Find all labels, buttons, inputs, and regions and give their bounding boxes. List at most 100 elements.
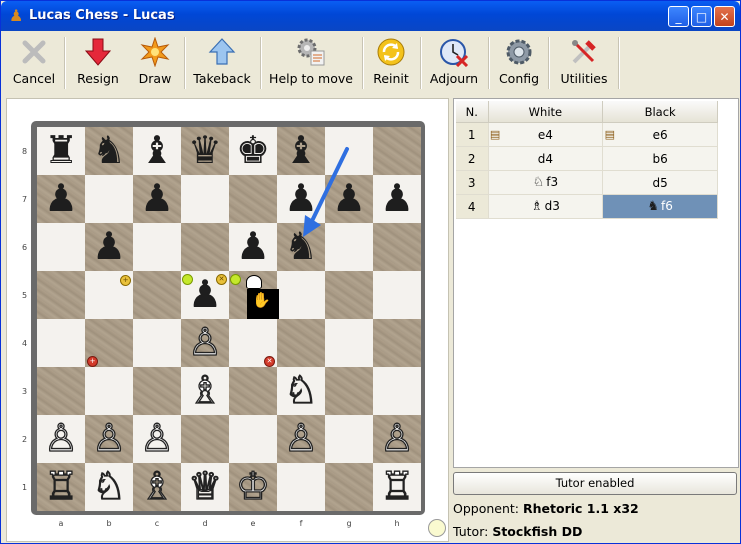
- white-piece-c2[interactable]: ♙: [133, 415, 181, 463]
- square-e2[interactable]: [229, 415, 277, 463]
- minimize-button[interactable]: _: [668, 6, 689, 27]
- black-piece-b8[interactable]: ♞: [85, 127, 133, 175]
- toolbar-separator: [420, 37, 422, 89]
- draw-button[interactable]: Draw: [132, 33, 178, 91]
- white-piece-f2[interactable]: ♙: [277, 415, 325, 463]
- square-h4[interactable]: [373, 319, 421, 367]
- square-h6[interactable]: [373, 223, 421, 271]
- square-g2[interactable]: [325, 415, 373, 463]
- white-piece-h2[interactable]: ♙: [373, 415, 421, 463]
- square-g1[interactable]: [325, 463, 373, 511]
- black-piece-a7[interactable]: ♟: [37, 175, 85, 223]
- col-header-black[interactable]: Black: [602, 101, 718, 123]
- indicator-dot: ✕: [264, 356, 275, 367]
- white-piece-d4[interactable]: ♙: [181, 319, 229, 367]
- square-c5[interactable]: [133, 271, 181, 319]
- cancel-button[interactable]: Cancel: [11, 33, 57, 91]
- square-d6[interactable]: [181, 223, 229, 271]
- white-piece-c1[interactable]: ♗: [133, 463, 181, 511]
- white-move-cell[interactable]: d4: [488, 146, 604, 171]
- square-e3[interactable]: [229, 367, 277, 415]
- square-a5[interactable]: [37, 271, 85, 319]
- square-d7[interactable]: [181, 175, 229, 223]
- black-piece-b6[interactable]: ♟: [85, 223, 133, 271]
- square-h5[interactable]: [373, 271, 421, 319]
- square-f1[interactable]: [277, 463, 325, 511]
- move-number: 2: [456, 146, 489, 171]
- white-piece-b2[interactable]: ♙: [85, 415, 133, 463]
- takeback-up-arrow-icon: [208, 38, 236, 65]
- rank-label: 2: [22, 435, 28, 444]
- adjourn-button[interactable]: Adjourn: [426, 33, 482, 91]
- white-move-cell[interactable]: ♘ f3: [488, 170, 604, 195]
- toolbar-separator: [64, 37, 66, 89]
- file-label: e: [250, 519, 256, 528]
- black-move-cell[interactable]: d5: [602, 170, 718, 195]
- square-h8[interactable]: [373, 127, 421, 175]
- help-to-move-button[interactable]: Help to move: [268, 33, 354, 91]
- indicator-dot: +: [120, 275, 131, 286]
- white-move-cell[interactable]: ♗ d3: [488, 194, 604, 219]
- table-row[interactable]: 4 ♗ d3 ♞ f6: [456, 194, 718, 219]
- maximize-button[interactable]: □: [691, 6, 712, 27]
- square-a3[interactable]: [37, 367, 85, 415]
- knight-piece-icon: ♞: [647, 199, 660, 214]
- square-a6[interactable]: [37, 223, 85, 271]
- square-c4[interactable]: [133, 319, 181, 367]
- white-piece-h1[interactable]: ♖: [373, 463, 421, 511]
- col-header-number[interactable]: N.: [456, 101, 489, 123]
- reinit-button[interactable]: Reinit: [368, 33, 414, 91]
- black-piece-h7[interactable]: ♟: [373, 175, 421, 223]
- white-piece-f3[interactable]: ♘: [277, 367, 325, 415]
- white-piece-e1[interactable]: ♔: [229, 463, 277, 511]
- close-button[interactable]: ✕: [714, 6, 735, 27]
- moves-panel: N. White Black 1 ▤ e4 ▤ e6 2 d4 b6 3 ♘ f…: [453, 98, 739, 468]
- table-row[interactable]: 2 d4 b6: [456, 146, 718, 171]
- table-row[interactable]: 3 ♘ f3 d5: [456, 170, 718, 195]
- toolbar-separator: [184, 37, 186, 89]
- toolbar-separator: [362, 37, 364, 89]
- square-b3[interactable]: [85, 367, 133, 415]
- square-f5[interactable]: [277, 271, 325, 319]
- tutor-enabled-button[interactable]: Tutor enabled: [453, 472, 737, 495]
- col-header-white[interactable]: White: [488, 101, 604, 123]
- takeback-button[interactable]: Takeback: [192, 33, 252, 91]
- resign-button[interactable]: Resign: [72, 33, 124, 91]
- cancel-icon: [22, 40, 46, 64]
- black-piece-d8[interactable]: ♛: [181, 127, 229, 175]
- square-b7[interactable]: [85, 175, 133, 223]
- square-h3[interactable]: [373, 367, 421, 415]
- black-move-cell-selected[interactable]: ♞ f6: [602, 194, 718, 219]
- white-piece-d3[interactable]: ♗: [181, 367, 229, 415]
- black-move-cell[interactable]: b6: [602, 146, 718, 171]
- white-piece-a1[interactable]: ♖: [37, 463, 85, 511]
- square-c6[interactable]: [133, 223, 181, 271]
- moves-table[interactable]: N. White Black 1 ▤ e4 ▤ e6 2 d4 b6 3 ♘ f…: [456, 101, 718, 219]
- white-move-cell[interactable]: ▤ e4: [488, 122, 604, 147]
- black-move-cell[interactable]: ▤ e6: [602, 122, 718, 147]
- square-a4[interactable]: [37, 319, 85, 367]
- white-piece-b1[interactable]: ♘: [85, 463, 133, 511]
- black-piece-e8[interactable]: ♚: [229, 127, 277, 175]
- square-c3[interactable]: [133, 367, 181, 415]
- config-button[interactable]: Config: [496, 33, 542, 91]
- square-g3[interactable]: [325, 367, 373, 415]
- file-label: f: [299, 519, 303, 528]
- black-piece-c7[interactable]: ♟: [133, 175, 181, 223]
- hand-cursor-icon: ✋: [252, 291, 271, 309]
- square-g5[interactable]: [325, 271, 373, 319]
- black-piece-e6[interactable]: ♟: [229, 223, 277, 271]
- chess-board[interactable]: ♜ ♞ ♝ ♛ ♚ ♝ ♟ ♟ ♟ ♟ ♟ ♟ ♟ ♞ ♟ ♙ ♗ ♘ ♙ ♙ ♙ ♙ ♙ ♖ ♘ ♗ ♕ ♔ ♖: [37, 127, 421, 511]
- white-piece-a2[interactable]: ♙: [37, 415, 85, 463]
- square-e7[interactable]: [229, 175, 277, 223]
- app-window: ♟ Lucas Chess - Lucas _ □ ✕ Cancel Resig…: [0, 0, 741, 544]
- table-row[interactable]: 1 ▤ e4 ▤ e6: [456, 122, 718, 147]
- square-g4[interactable]: [325, 319, 373, 367]
- utilities-button[interactable]: Utilities: [556, 33, 612, 91]
- black-piece-a8[interactable]: ♜: [37, 127, 85, 175]
- black-piece-c8[interactable]: ♝: [133, 127, 181, 175]
- white-piece-d1[interactable]: ♕: [181, 463, 229, 511]
- square-d2[interactable]: [181, 415, 229, 463]
- indicator-dot: ✕: [216, 274, 227, 285]
- square-f4[interactable]: [277, 319, 325, 367]
